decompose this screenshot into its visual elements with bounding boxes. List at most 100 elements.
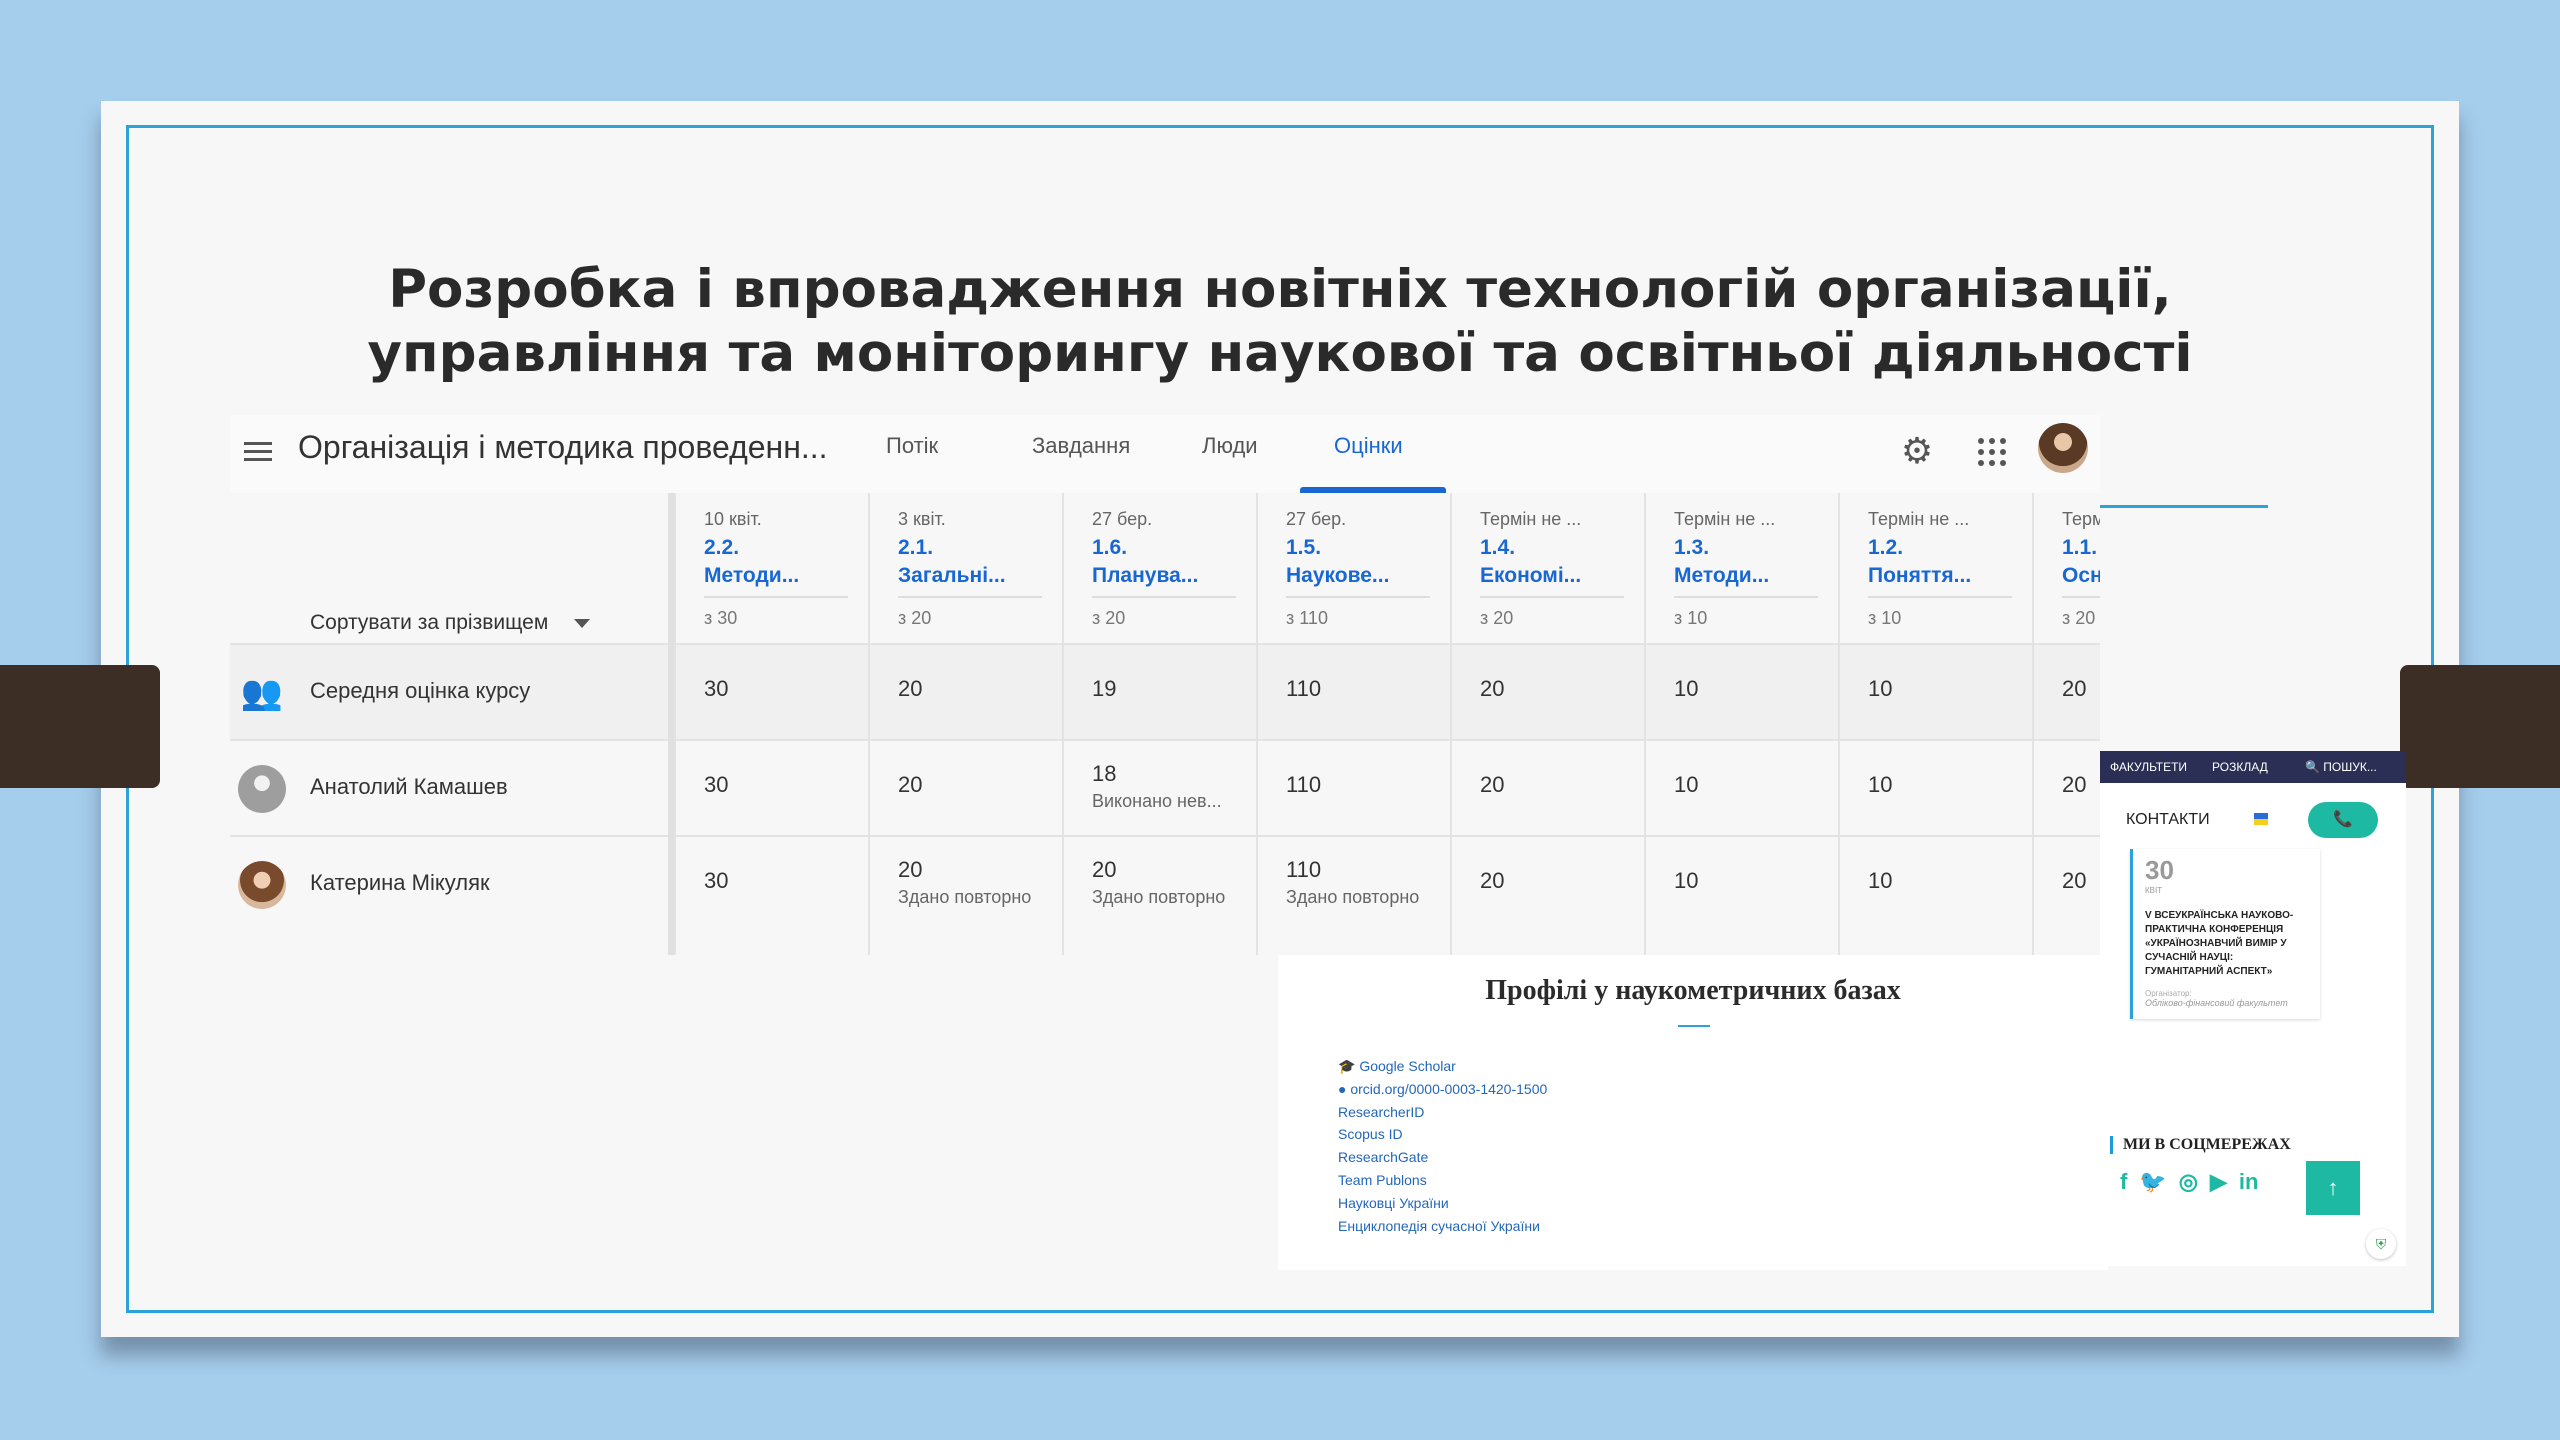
grade-cell[interactable]: 18 Виконано нев... bbox=[1064, 739, 1258, 835]
gear-icon[interactable]: ⚙ bbox=[1895, 429, 1939, 473]
assignment-title: Загальні... bbox=[898, 564, 1042, 598]
assignment-max-points: з 20 bbox=[1480, 608, 1514, 628]
profile-link[interactable]: ResearcherID bbox=[1338, 1101, 1547, 1124]
grade-cell: 10 bbox=[1646, 643, 1840, 739]
assignment-header[interactable]: 27 бер. 1.5. Наукове... з 110 bbox=[1258, 493, 1452, 643]
tab-people[interactable]: Люди bbox=[1202, 433, 1258, 459]
grade-cell[interactable]: 110 Здано повторно bbox=[1258, 835, 1452, 931]
profile-link[interactable]: ResearchGate bbox=[1338, 1146, 1547, 1169]
assignment-header[interactable]: 27 бер. 1.6. Планува... з 20 bbox=[1064, 493, 1258, 643]
assignment-title: Осно bbox=[2062, 564, 2100, 598]
assignment-column: 27 бер. 1.5. Наукове... з 110 110 110 110 Здано… bbox=[1256, 493, 1450, 955]
grade-value: 30 bbox=[704, 772, 729, 797]
scroll-to-top-button[interactable]: ↑ bbox=[2306, 1161, 2360, 1215]
facebook-icon[interactable]: f bbox=[2120, 1169, 2127, 1195]
accent-line bbox=[2100, 505, 2268, 508]
grade-cell[interactable]: 20 bbox=[1452, 835, 1646, 931]
menu-icon[interactable] bbox=[242, 437, 274, 469]
assignment-header[interactable]: Термін не ... 1.3. Методи... з 10 bbox=[1646, 493, 1840, 643]
tab-stream[interactable]: Потік bbox=[886, 433, 938, 459]
tab-classwork[interactable]: Завдання bbox=[1032, 433, 1130, 459]
grade-cell[interactable]: 20 bbox=[2034, 835, 2100, 931]
assignment-due-date: Термін не ... bbox=[1868, 509, 1970, 529]
assignment-due-date: Термі bbox=[2062, 509, 2100, 529]
grade-cell[interactable]: 20 bbox=[2034, 739, 2100, 835]
grade-value: 10 bbox=[1868, 868, 1893, 893]
slide-title-line-1: Розробка і впровадження новітніх техноло… bbox=[388, 259, 2172, 320]
assignment-header[interactable]: Термін не ... 1.2. Поняття... з 10 bbox=[1840, 493, 2034, 643]
profile-link[interactable]: Scopus ID bbox=[1338, 1123, 1547, 1146]
caret-down-icon bbox=[574, 618, 591, 628]
grade-status: Виконано нев... bbox=[1092, 791, 1222, 811]
assignment-header[interactable]: 10 квіт. 2.2. Методи... з 30 bbox=[676, 493, 870, 643]
nav-faculties[interactable]: ФАКУЛЬТЕТИ bbox=[2110, 751, 2187, 783]
student-name[interactable]: Катерина Мікуляк bbox=[310, 870, 490, 896]
grade-cell[interactable]: 10 bbox=[1840, 739, 2034, 835]
youtube-icon[interactable]: ▶ bbox=[2210, 1169, 2227, 1195]
linkedin-icon[interactable]: in bbox=[2239, 1169, 2259, 1195]
grade-value: 20 bbox=[898, 857, 923, 882]
grade-cell: 20 bbox=[1452, 643, 1646, 739]
student-name[interactable]: Анатолий Камашев bbox=[310, 774, 508, 800]
assignment-max-points: з 20 bbox=[898, 608, 932, 628]
sort-dropdown[interactable]: Сортувати за прізвищем bbox=[310, 611, 591, 635]
profile-link[interactable]: Науковці України bbox=[1338, 1192, 1547, 1215]
slide-title: Розробка і впровадження новітніх техноло… bbox=[230, 258, 2330, 386]
instagram-icon[interactable]: ◎ bbox=[2179, 1169, 2198, 1195]
user-avatar[interactable] bbox=[2038, 423, 2088, 473]
nav-search[interactable]: 🔍 ПОШУК... bbox=[2305, 751, 2377, 783]
tab-grades[interactable]: Оцінки bbox=[1334, 433, 1403, 459]
assignment-header[interactable]: Термі 1.1. Осно з 20 bbox=[2034, 493, 2100, 643]
grade-cell[interactable]: 20 bbox=[870, 739, 1064, 835]
grade-cell[interactable]: 20 Здано повторно bbox=[870, 835, 1064, 931]
grade-cell[interactable]: 10 bbox=[1646, 739, 1840, 835]
assignment-number: 1.3. bbox=[1674, 536, 1710, 559]
grade-cell[interactable]: 30 bbox=[676, 835, 870, 931]
assignment-title: Планува... bbox=[1092, 564, 1236, 598]
profile-link[interactable]: Енциклопедія сучасної України bbox=[1338, 1215, 1547, 1238]
social-icons: f 🐦 ◎ ▶ in bbox=[2120, 1169, 2258, 1195]
grade-cell[interactable]: 20 Здано повторно bbox=[1064, 835, 1258, 931]
grade-status: Здано повторно bbox=[1286, 887, 1420, 907]
event-card[interactable]: 30 КВІТ V ВСЕУКРАЇНСЬКА НАУКОВО-ПРАКТИЧН… bbox=[2130, 849, 2320, 1019]
grade-value: 10 bbox=[1868, 676, 1893, 701]
grade-value: 10 bbox=[1868, 772, 1893, 797]
apps-grid-icon[interactable] bbox=[1975, 435, 2007, 467]
phone-button[interactable]: 📞 bbox=[2308, 802, 2378, 838]
assignment-title: Поняття... bbox=[1868, 564, 2012, 598]
grade-value: 20 bbox=[2062, 772, 2087, 797]
assignment-number: 1.4. bbox=[1480, 536, 1516, 559]
profile-link[interactable]: Team Publons bbox=[1338, 1169, 1547, 1192]
assignment-column: 27 бер. 1.6. Планува... з 20 19 18 Виконано не… bbox=[1062, 493, 1256, 955]
grade-cell[interactable]: 10 bbox=[1646, 835, 1840, 931]
assignment-column: Термін не ... 1.3. Методи... з 10 10 10 10 bbox=[1644, 493, 1838, 955]
grade-cell: 19 bbox=[1064, 643, 1258, 739]
grade-value: 20 bbox=[898, 676, 923, 701]
profile-link[interactable]: 🎓 Google Scholar bbox=[1338, 1055, 1547, 1078]
title-underline bbox=[1678, 1025, 1710, 1027]
event-faculty: Обліково-фінансовий факультет bbox=[2145, 998, 2288, 1008]
grade-cell[interactable]: 20 bbox=[1452, 739, 1646, 835]
grade-cell[interactable]: 30 bbox=[676, 739, 870, 835]
grade-status: Здано повторно bbox=[1092, 887, 1226, 907]
assignment-number: 1.5. bbox=[1286, 536, 1322, 559]
classroom-grades-panel: Організація і методика проведенн... Поті… bbox=[230, 415, 2100, 955]
grade-cell[interactable]: 10 bbox=[1840, 835, 2034, 931]
site-nav-bar: ФАКУЛЬТЕТИ РОЗКЛАД 🔍 ПОШУК... bbox=[2100, 751, 2406, 783]
assignment-max-points: з 30 bbox=[704, 608, 738, 628]
nav-schedule[interactable]: РОЗКЛАД bbox=[2212, 751, 2268, 783]
assignment-number: 1.6. bbox=[1092, 536, 1128, 559]
profile-link[interactable]: ● orcid.org/0000-0003-1420-1500 bbox=[1338, 1078, 1547, 1101]
grade-cell[interactable]: 110 bbox=[1258, 739, 1452, 835]
grade-value: 20 bbox=[1480, 772, 1505, 797]
right-strap bbox=[2400, 665, 2560, 788]
assignment-header[interactable]: Термін не ... 1.4. Економі... з 20 bbox=[1452, 493, 1646, 643]
assignment-header[interactable]: 3 квіт. 2.1. Загальні... з 20 bbox=[870, 493, 1064, 643]
twitter-icon[interactable]: 🐦 bbox=[2139, 1169, 2166, 1195]
ukraine-flag-icon[interactable] bbox=[2254, 813, 2268, 825]
contacts-link[interactable]: КОНТАКТИ bbox=[2126, 811, 2210, 829]
event-day: 30 bbox=[2145, 855, 2174, 885]
assignment-title: Економі... bbox=[1480, 564, 1624, 598]
grade-value: 20 bbox=[1480, 676, 1505, 701]
student-name: Середня оцінка курсу bbox=[310, 678, 531, 703]
